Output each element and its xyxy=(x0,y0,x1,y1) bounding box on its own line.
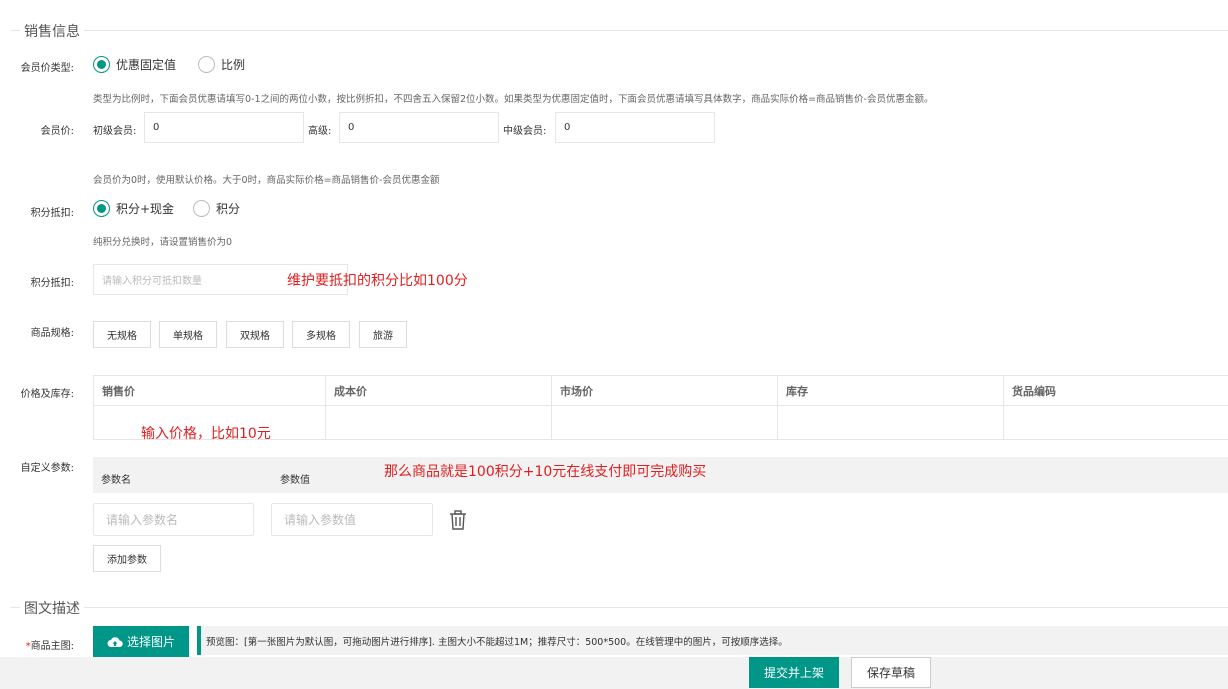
param-name-input[interactable]: 请输入参数名 xyxy=(93,503,254,536)
member-price-label: 会员价: xyxy=(40,126,74,137)
annotation-price: 输入价格，比如10元 xyxy=(141,426,271,442)
main-image-label: *商品主图: xyxy=(0,637,74,652)
radio-label: 比例 xyxy=(221,58,246,72)
select-image-button[interactable]: 选择图片 xyxy=(93,626,189,657)
cloud-upload-icon xyxy=(107,636,123,648)
radio-ratio[interactable]: 比例 xyxy=(198,56,245,73)
member-price-type-hint: 类型为比例时，下面会员优惠请填写0-1之间的两位小数，按比例折扣，不四舍五入保留… xyxy=(93,94,934,105)
radio-label: 积分 xyxy=(216,202,241,216)
param-name-header: 参数名 xyxy=(101,475,131,486)
spec-none-button[interactable]: 无规格 xyxy=(93,321,151,348)
radio-checked-icon xyxy=(93,200,110,217)
price-stock-label: 价格及库存: xyxy=(20,389,74,400)
cost-price-cell[interactable] xyxy=(326,406,551,440)
main-image-label-text: 商品主图: xyxy=(30,641,74,652)
junior-member-label: 初级会员: xyxy=(93,126,137,137)
section-divider xyxy=(10,30,1228,31)
radio-label: 优惠固定值 xyxy=(116,58,177,72)
senior-member-input[interactable]: 0 xyxy=(339,112,499,143)
radio-checked-icon xyxy=(93,56,110,73)
middle-member-label: 中级会员: xyxy=(503,126,547,137)
radio-points-cash[interactable]: 积分+现金 xyxy=(93,200,174,217)
junior-member-input[interactable]: 0 xyxy=(144,112,304,143)
sku-code-cell[interactable] xyxy=(1004,406,1228,440)
member-price-type-label: 会员价类型: xyxy=(20,63,74,74)
trash-icon[interactable] xyxy=(449,510,467,530)
add-param-button[interactable]: 添加参数 xyxy=(93,545,161,572)
radio-fixed-discount[interactable]: 优惠固定值 xyxy=(93,56,176,73)
spec-multi-button[interactable]: 多规格 xyxy=(292,321,350,348)
spec-single-button[interactable]: 单规格 xyxy=(159,321,217,348)
column-header-sale-price: 销售价 xyxy=(102,385,135,398)
section-title-sales: 销售信息 xyxy=(20,21,84,41)
annotation-points: 维护要抵扣的积分比如100分 xyxy=(287,273,468,289)
section-title-desc: 图文描述 xyxy=(20,598,84,618)
param-value-input[interactable]: 请输入参数值 xyxy=(271,503,433,536)
select-image-label: 选择图片 xyxy=(126,635,175,649)
stock-cell[interactable] xyxy=(778,406,1003,440)
column-header-cost-price: 成本价 xyxy=(334,385,367,398)
preview-hint: 预览图：[第一张图片为默认图，可拖动图片进行排序]. 主图大小不能超过1M；推荐… xyxy=(206,637,788,648)
member-price-hint: 会员价为0时，使用默认价格。大于0时，商品实际价格=商品销售价-会员优惠金额 xyxy=(93,175,440,186)
spec-double-button[interactable]: 双规格 xyxy=(226,321,284,348)
param-value-header: 参数值 xyxy=(280,475,310,486)
column-header-stock: 库存 xyxy=(786,385,808,398)
radio-label: 积分+现金 xyxy=(116,202,175,216)
senior-member-label: 高级: xyxy=(308,126,332,137)
column-header-market-price: 市场价 xyxy=(560,385,593,398)
save-draft-button[interactable]: 保存草稿 xyxy=(851,657,931,688)
points-deduct-label: 积分抵扣: xyxy=(30,278,74,289)
spec-travel-button[interactable]: 旅游 xyxy=(359,321,407,348)
radio-unchecked-icon xyxy=(193,200,210,217)
points-mode-label: 积分抵扣: xyxy=(30,208,74,219)
points-mode-hint: 纯积分兑换时，请设置销售价为0 xyxy=(93,237,233,248)
submit-publish-button[interactable]: 提交并上架 xyxy=(749,657,839,688)
radio-points-only[interactable]: 积分 xyxy=(193,200,240,217)
middle-member-input[interactable]: 0 xyxy=(555,112,715,143)
spec-label: 商品规格: xyxy=(30,328,74,339)
market-price-cell[interactable] xyxy=(552,406,777,440)
footer-bar xyxy=(0,657,1228,689)
custom-params-label: 自定义参数: xyxy=(20,463,74,474)
radio-unchecked-icon xyxy=(198,56,215,73)
section-divider xyxy=(10,607,1228,608)
column-header-sku-code: 货品编码 xyxy=(1012,385,1056,398)
annotation-summary: 那么商品就是100积分+10元在线支付即可完成购买 xyxy=(384,464,707,480)
